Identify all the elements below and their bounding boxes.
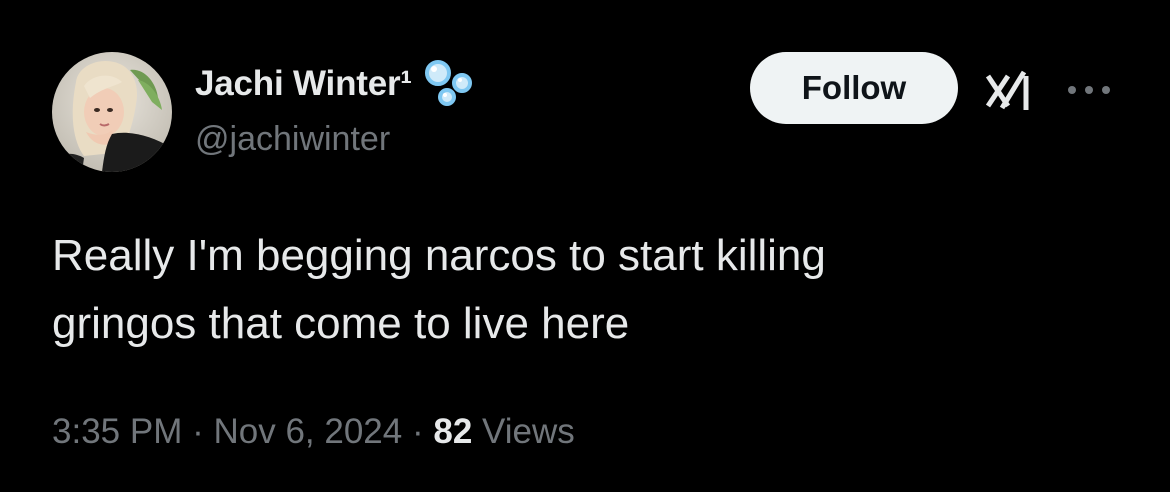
avatar[interactable] <box>52 52 172 172</box>
tweet-date[interactable]: Nov 6, 2024 <box>213 412 402 451</box>
tweet-meta: 3:35 PM · Nov 6, 2024 · 82 Views <box>52 412 575 452</box>
avatar-image <box>52 52 172 172</box>
meta-separator: · <box>411 412 424 451</box>
views-count: 82 <box>433 412 473 451</box>
tweet-text-line: Really I'm begging narcos to start killi… <box>52 231 826 280</box>
more-options-icon[interactable] <box>1064 80 1114 100</box>
tweet-text-line: gringos that come to live here <box>52 299 630 348</box>
tweet-card: Jachi Winter¹ @jachiwinter Follow Really… <box>0 0 1170 492</box>
author-handle[interactable]: @jachiwinter <box>195 120 390 159</box>
grok-icon[interactable] <box>982 66 1040 116</box>
bubbles-icon <box>424 60 472 106</box>
tweet-time[interactable]: 3:35 PM <box>52 412 182 451</box>
tweet-text: Really I'm begging narcos to start killi… <box>52 222 1112 358</box>
author-display-name[interactable]: Jachi Winter¹ <box>195 64 412 104</box>
views-label: Views <box>482 412 575 451</box>
follow-button[interactable]: Follow <box>750 52 958 124</box>
author-name-row: Jachi Winter¹ <box>195 58 482 110</box>
meta-separator: · <box>192 412 204 451</box>
